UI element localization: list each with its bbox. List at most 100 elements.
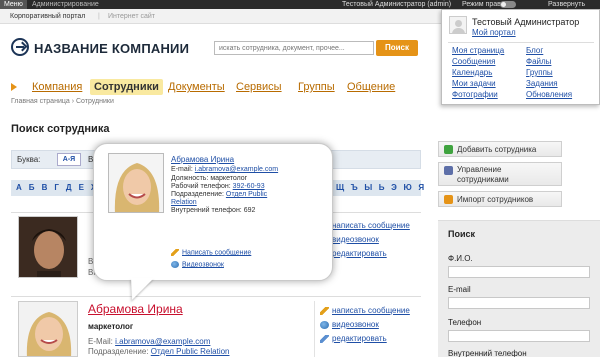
tooltip-phone-line: Рабочий телефон: 392-60-93 <box>171 183 265 190</box>
tooltip-write-link[interactable]: Написать сообщение <box>182 249 251 256</box>
pencil-icon <box>171 249 179 256</box>
tooltip-dept-link[interactable]: Отдел Public <box>226 191 267 198</box>
edit-action[interactable]: редактировать <box>320 332 410 346</box>
tooltip-write-action[interactable]: Написать сообщение <box>171 249 251 256</box>
dropdown-separator <box>448 42 594 43</box>
row-divider <box>11 296 421 297</box>
nav-item-company[interactable]: Компания <box>32 79 82 95</box>
dropdown-item-files[interactable]: Файлы <box>526 57 551 66</box>
tooltip-dept-label: Подразделение: <box>171 191 224 198</box>
search-button[interactable]: Поиск <box>376 40 418 56</box>
dropdown-item-messages[interactable]: Сообщения <box>452 57 495 66</box>
manage-employees-button[interactable]: Управление сотрудниками <box>438 162 562 186</box>
write-message-action[interactable]: написать сообщение <box>320 219 410 233</box>
employee-name-link[interactable]: Абрамова Ирина <box>88 302 183 316</box>
nav-item-groups[interactable]: Группы <box>298 79 335 95</box>
portal-tab[interactable]: Корпоративный портал <box>10 9 85 24</box>
employee-dept-line: Подразделение: Отдел Public Relation <box>88 347 230 356</box>
edit-mode-toggle[interactable] <box>500 1 516 8</box>
manage-icon <box>444 166 453 175</box>
nav-arrow-icon <box>11 83 17 91</box>
video-call-link[interactable]: видеозвонок <box>332 320 379 329</box>
manage-label-1: Управление <box>457 165 502 174</box>
write-message-link[interactable]: написать сообщение <box>332 306 410 315</box>
breadcrumb[interactable]: Главная страница › Сотрудники <box>11 98 114 105</box>
employee-dept-link[interactable]: Отдел Public Relation <box>151 347 230 356</box>
avatar[interactable] <box>449 16 467 34</box>
email-input[interactable] <box>448 297 590 309</box>
write-message-action[interactable]: написать сообщение <box>320 304 410 318</box>
man-photo-image <box>19 217 77 277</box>
nav-item-communication[interactable]: Общение <box>347 79 395 95</box>
dropdown-item-blog[interactable]: Блог <box>526 46 543 55</box>
internet-site-tab[interactable]: Интернет сайт <box>108 9 155 24</box>
tooltip-email-link[interactable]: i.abramova@example.com <box>195 166 278 173</box>
expand-button[interactable]: Развернуть <box>548 0 585 9</box>
nav-item-documents[interactable]: Документы <box>168 79 225 95</box>
woman-photo-image <box>109 154 163 212</box>
dropdown-item-calendar[interactable]: Календарь <box>452 68 492 77</box>
employee-email-link[interactable]: i.abramova@example.com <box>115 337 210 346</box>
company-name[interactable]: НАЗВАНИЕ КОМПАНИИ <box>34 41 189 56</box>
dropdown-item-assignments[interactable]: Задания <box>526 79 558 88</box>
video-call-icon <box>320 320 329 329</box>
edit-link[interactable]: редактировать <box>332 249 387 258</box>
menu-button[interactable]: Меню <box>0 0 27 9</box>
write-message-link[interactable]: написать сообщение <box>332 221 410 230</box>
import-employees-button[interactable]: Импорт сотрудников <box>438 191 562 207</box>
dropdown-item-photos[interactable]: Фотографии <box>452 90 498 99</box>
dropdown-item-groups[interactable]: Группы <box>526 68 553 77</box>
search-input[interactable] <box>214 41 374 55</box>
tooltip-phone-link[interactable]: 392-60-93 <box>233 183 265 190</box>
woman-photo-image <box>19 302 77 356</box>
current-user-link[interactable]: Тестовый Администратор (admin) <box>342 0 451 9</box>
import-label: Импорт сотрудников <box>457 195 534 204</box>
az-toggle[interactable]: А-Я <box>57 153 81 166</box>
nav-item-employees[interactable]: Сотрудники <box>90 79 163 95</box>
import-icon <box>444 195 453 204</box>
tooltip-email-line: E-mail: i.abramova@example.com <box>171 166 278 173</box>
video-call-icon <box>171 261 179 268</box>
tooltip-inner-phone: Внутренний телефон: 692 <box>171 207 256 214</box>
tooltip-video-link[interactable]: Видеозвонок <box>182 261 224 268</box>
tooltip-dept-line: Подразделение: Отдел Public <box>171 191 267 198</box>
tooltip-photo[interactable] <box>108 153 164 213</box>
employee-actions-2: написать сообщение видеозвонок редактиро… <box>320 304 410 346</box>
email-label: E-Mail: <box>88 337 113 346</box>
administration-link[interactable]: Администрирование <box>32 0 99 9</box>
tooltip-dept-link-2[interactable]: Relation <box>171 199 197 206</box>
fio-input[interactable] <box>448 266 590 278</box>
add-employee-label: Добавить сотрудника <box>457 145 537 154</box>
plus-icon <box>444 145 453 154</box>
my-portal-link[interactable]: Мой портал <box>472 28 516 37</box>
nav-item-services[interactable]: Сервисы <box>236 79 282 95</box>
employee-photo-1[interactable] <box>18 216 78 278</box>
tooltip-phone-label: Рабочий телефон: <box>171 183 231 190</box>
phone-label: Телефон <box>448 318 482 327</box>
video-call-action[interactable]: видеозвонок <box>320 233 410 247</box>
tooltip-email-label: E-mail: <box>171 166 193 173</box>
video-call-link[interactable]: видеозвонок <box>332 235 379 244</box>
logo-arrow-icon[interactable] <box>11 38 29 56</box>
dropdown-item-my-page[interactable]: Моя страница <box>452 46 504 55</box>
employee-email-line: E-Mail: i.abramova@example.com <box>88 337 210 346</box>
edit-action[interactable]: редактировать <box>320 247 410 261</box>
tooltip-name-link[interactable]: Абрамова Ирина <box>171 155 234 164</box>
dropdown-item-my-tasks[interactable]: Мои задачи <box>452 79 496 88</box>
edit-link[interactable]: редактировать <box>332 334 387 343</box>
employee-actions-1: написать сообщение видеозвонок редактиро… <box>320 219 410 261</box>
phone-input[interactable] <box>448 330 590 342</box>
inner-phone-label: Внутренний телефон <box>448 349 527 357</box>
sites-separator: | <box>98 13 100 20</box>
admin-bar: Меню Администрирование Тестовый Админист… <box>0 0 600 9</box>
dropdown-item-updates[interactable]: Обновления <box>526 90 572 99</box>
tooltip-video-action[interactable]: Видеозвонок <box>171 261 224 268</box>
sidebar-search-panel: Поиск Ф.И.О. E-mail Телефон Внутренний т… <box>438 220 600 357</box>
add-employee-button[interactable]: Добавить сотрудника <box>438 141 562 157</box>
sidebar-search-title: Поиск <box>448 229 476 239</box>
video-call-action[interactable]: видеозвонок <box>320 318 410 332</box>
pencil-icon <box>320 306 329 315</box>
alphabet-letters-end[interactable]: Щ Ъ Ы Ь Э Ю Я <box>336 183 426 192</box>
letter-label: Буква: <box>17 155 41 164</box>
employee-photo-2[interactable] <box>18 301 78 357</box>
